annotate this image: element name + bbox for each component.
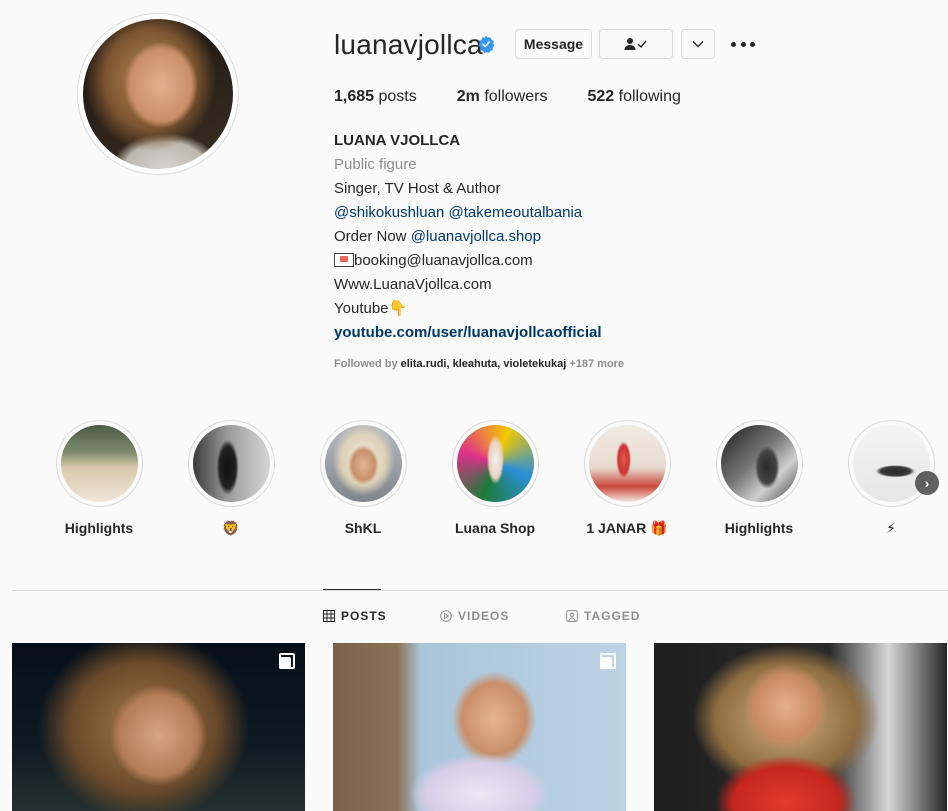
posts-count: 1,685 posts [334,88,417,105]
profile-avatar-ring[interactable] [77,13,239,175]
profile-bio: LUANA VJOLLCA Public figure Singer, TV H… [334,129,602,345]
mention-link[interactable]: @shikokushluan [334,204,444,221]
full-name: LUANA VJOLLCA [334,132,461,149]
highlight-cover [324,425,402,502]
highlight-cover [720,425,798,502]
following-button[interactable] [599,29,673,59]
carousel-icon [279,653,295,669]
play-circle-icon [440,610,452,622]
bio-order-line: Order Now @luanavjollca.shop [334,228,541,245]
bio-line: Singer, TV Host & Author [334,180,501,197]
profile-category: Public figure [334,156,417,173]
envelope-icon [334,253,354,267]
message-button[interactable]: Message [515,29,592,59]
shop-mention-link[interactable]: @luanavjollca.shop [411,228,541,245]
profile-stats: 1,685 posts 2m followers 522 following [334,88,721,106]
bio-email-line: booking@luanavjollca.com [334,249,602,273]
bio-website: Www.LuanaVjollca.com [334,276,492,293]
bio-mentions: @shikokushluan @takemeoutalbania [334,201,602,225]
highlight-item[interactable]: Highlights [693,420,825,538]
more-options-icon[interactable] [731,35,755,53]
tab-divider [12,590,948,591]
following-count[interactable]: 522 following [587,88,680,106]
bio-youtube-line: Youtube👇 [334,300,408,317]
active-tab-indicator [323,589,381,590]
highlight-cover [456,425,534,502]
story-highlights: Highlights 🦁 ShKL Luana Shop 1 JANAR 🎁 H… [0,420,948,540]
person-check-icon [624,38,647,50]
chevron-down-icon [692,41,704,48]
profile-tabs: POSTS VIDEOS TAGGED [0,609,948,627]
highlight-cover [192,425,270,502]
tab-tagged[interactable]: TAGGED [566,609,640,623]
highlight-cover [588,425,666,502]
profile-username: luanavjollca [334,29,483,60]
verified-badge-icon [478,35,495,53]
grid-icon [323,610,335,622]
tag-person-icon [566,610,578,622]
external-link[interactable]: youtube.com/user/luanavjollcaofficial [334,321,602,345]
carousel-icon [600,653,616,669]
highlight-cover [60,425,138,502]
highlight-item[interactable]: Highlights [33,420,165,538]
post-thumbnail[interactable] [333,643,626,811]
tab-videos[interactable]: VIDEOS [440,609,509,623]
pointing-down-icon: 👇 [388,300,408,317]
highlight-item[interactable]: 🦁 [165,420,297,538]
tab-posts[interactable]: POSTS [323,609,387,623]
followers-count[interactable]: 2m followers [457,88,548,106]
highlight-item[interactable]: ShKL [297,420,429,538]
highlight-item[interactable]: Luana Shop [429,420,561,538]
highlight-item[interactable]: 1 JANAR 🎁 [561,420,693,538]
suggested-dropdown-button[interactable] [681,29,715,59]
post-thumbnail[interactable] [654,643,947,811]
mention-link[interactable]: @takemeoutalbania [448,204,582,221]
post-thumbnail[interactable] [12,643,305,811]
followed-by[interactable]: Followed by elita.rudi, kleahuta, violet… [334,358,624,370]
chevron-right-icon[interactable]: › [915,471,939,495]
profile-avatar[interactable] [83,19,233,169]
